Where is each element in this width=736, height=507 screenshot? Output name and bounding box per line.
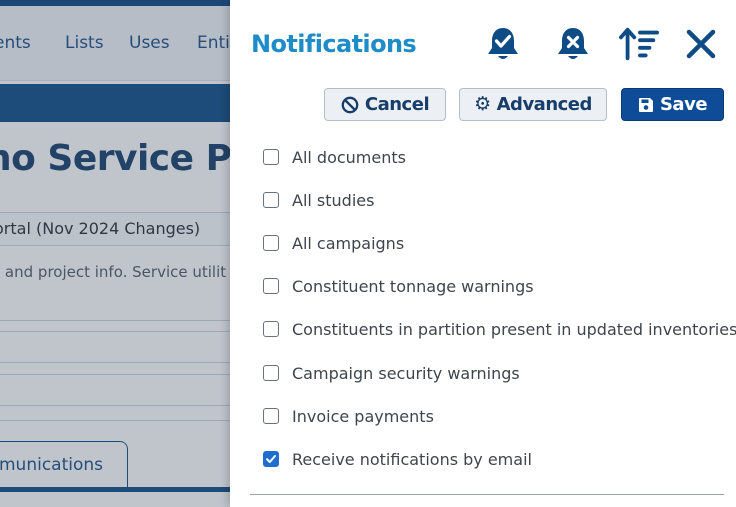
advanced-button-label: Advanced	[496, 94, 593, 115]
notifications-panel: Notifications Cancel ⚙ Advanced Save All…	[230, 0, 736, 507]
sort-ascending-icon[interactable]	[619, 24, 659, 64]
checkbox[interactable]	[263, 451, 279, 467]
option-label: Constituents in partition present in upd…	[292, 319, 736, 339]
advanced-button[interactable]: ⚙ Advanced	[459, 88, 607, 121]
option-all-campaigns[interactable]: All campaigns	[263, 229, 404, 257]
checkbox[interactable]	[263, 149, 279, 165]
option-constituent-tonnage-warnings[interactable]: Constituent tonnage warnings	[263, 272, 534, 300]
option-all-studies[interactable]: All studies	[263, 186, 374, 214]
option-label: All studies	[292, 190, 375, 210]
bell-check-icon[interactable]	[483, 24, 523, 64]
save-button[interactable]: Save	[621, 88, 724, 121]
checkbox[interactable]	[263, 321, 279, 337]
gear-icon: ⚙	[474, 93, 491, 115]
checkbox[interactable]	[263, 235, 279, 251]
close-icon[interactable]	[681, 24, 721, 64]
option-constituents-in-partition[interactable]: Constituents in partition present in upd…	[263, 315, 736, 343]
floppy-disk-icon	[638, 97, 653, 112]
checkbox[interactable]	[263, 365, 279, 381]
option-invoice-payments[interactable]: Invoice payments	[263, 402, 434, 430]
cancel-button[interactable]: Cancel	[324, 88, 446, 121]
option-campaign-security-warnings[interactable]: Campaign security warnings	[263, 359, 520, 387]
option-all-documents[interactable]: All documents	[263, 143, 406, 171]
option-label: All documents	[292, 147, 406, 167]
panel-divider	[250, 494, 724, 495]
checkbox[interactable]	[263, 408, 279, 424]
option-label: Campaign security warnings	[292, 363, 520, 383]
option-label: Receive notifications by email	[292, 449, 532, 469]
panel-title: Notifications	[251, 30, 417, 58]
checkbox[interactable]	[263, 192, 279, 208]
save-button-label: Save	[659, 94, 708, 115]
option-receive-email[interactable]: Receive notifications by email	[263, 445, 532, 473]
checkbox[interactable]	[263, 278, 279, 294]
bell-x-icon[interactable]	[553, 24, 593, 64]
ban-icon	[341, 96, 359, 113]
option-label: Constituent tonnage warnings	[292, 276, 534, 296]
option-label: Invoice payments	[292, 406, 434, 426]
cancel-button-label: Cancel	[364, 94, 430, 115]
option-label: All campaigns	[292, 233, 405, 253]
